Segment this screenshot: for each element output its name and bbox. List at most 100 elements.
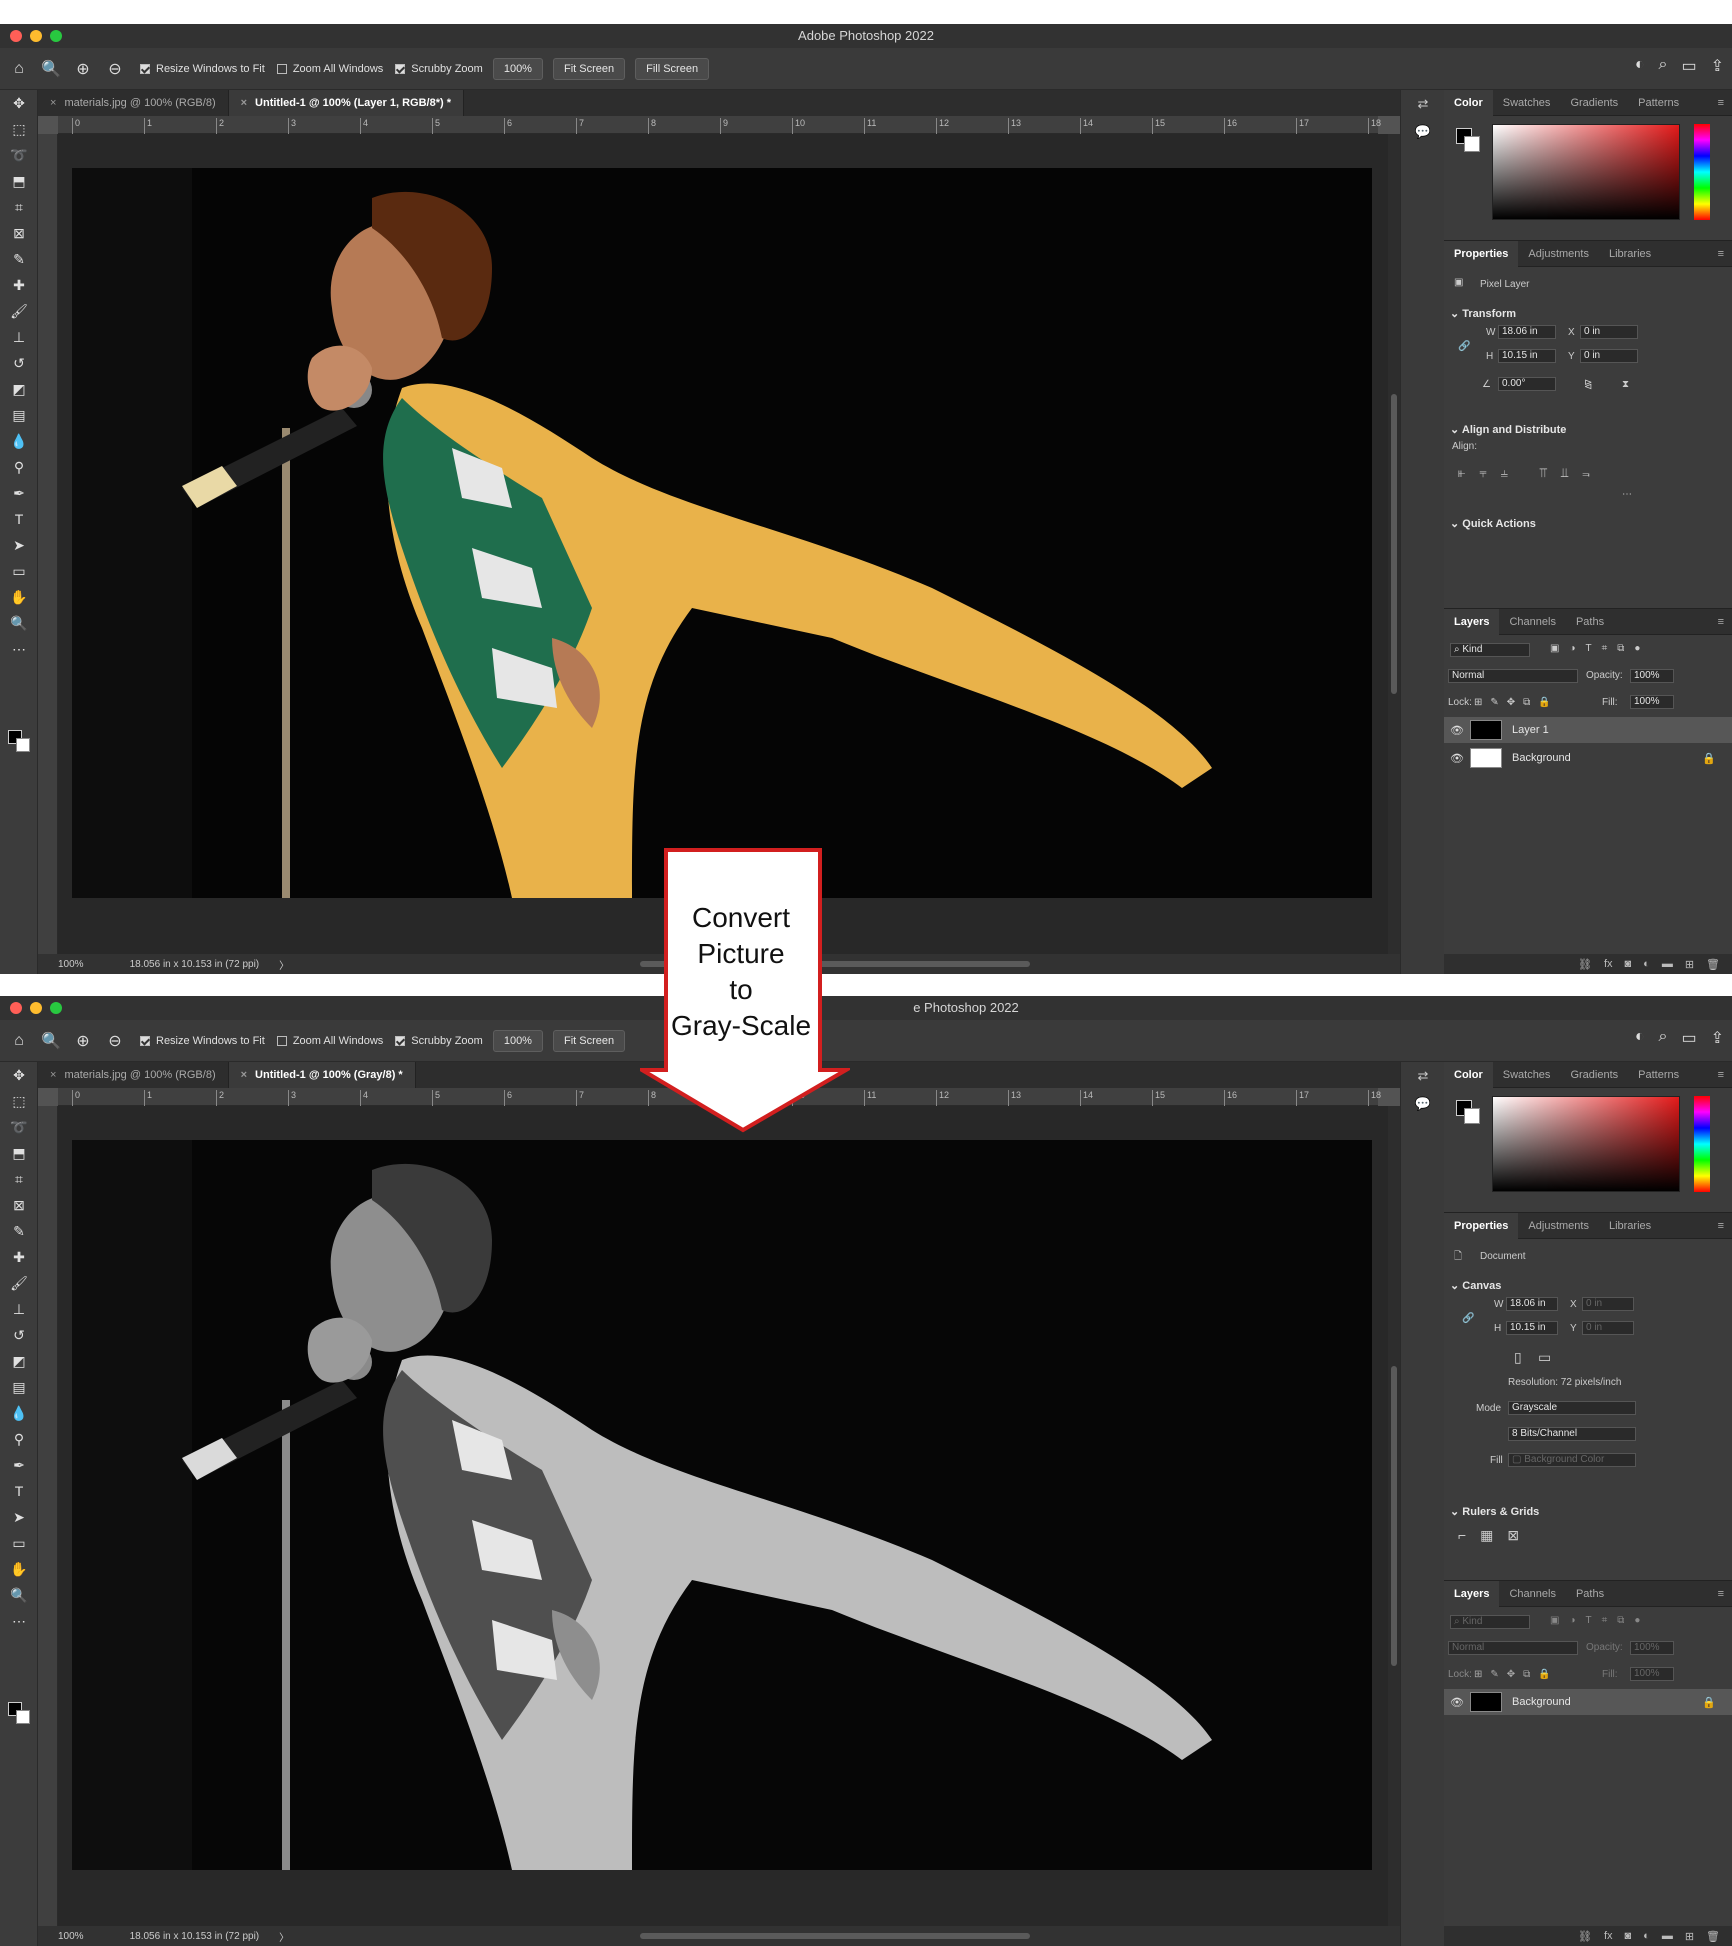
link-icon[interactable]: 🔗 [1462,1313,1474,1324]
comments-icon[interactable]: 💬 [1401,1090,1445,1118]
path-select-tool-icon[interactable]: ➤ [0,532,38,558]
fill-field[interactable]: 100% [1630,695,1674,709]
blend-mode-select[interactable]: Normal [1448,669,1578,683]
close-tab-icon[interactable]: × [50,97,56,109]
tab-paths[interactable]: Paths [1566,609,1614,635]
healing-brush-tool-icon[interactable]: ✚ [0,272,38,298]
canvas-height-field[interactable]: 10.15 in [1506,1321,1558,1335]
scrubby-zoom-checkbox[interactable]: Scrubby Zoom [395,1035,483,1047]
type-tool-icon[interactable]: T [0,506,38,532]
minimize-window-button[interactable] [30,30,42,42]
tab-layers[interactable]: Layers [1444,608,1500,635]
tab-color[interactable]: Color [1444,89,1493,116]
maximize-window-button[interactable] [50,30,62,42]
panel-menu-icon[interactable]: ≡ [1718,248,1724,260]
zoom-in-icon[interactable]: ⊕ [70,56,96,82]
filter-icons[interactable]: ▣◑T⌗⧉● [1550,643,1650,654]
flip-vertical-icon[interactable]: ⧗ [1622,379,1629,390]
path-select-tool-icon[interactable]: ➤ [0,1504,38,1530]
tab-patterns[interactable]: Patterns [1628,90,1689,116]
tab-adjustments[interactable]: Adjustments [1518,241,1599,267]
object-select-tool-icon[interactable]: ⬒ [0,168,38,194]
minimize-window-button[interactable] [30,1002,42,1014]
tab-untitled[interactable]: × Untitled-1 @ 100% (Gray/8) * [228,1062,416,1088]
tab-materials[interactable]: × materials.jpg @ 100% (RGB/8) [38,1062,229,1088]
document-canvas[interactable] [58,134,1388,954]
background-color-swatch[interactable] [16,738,30,752]
history-icon[interactable]: ⇄ [1401,1062,1445,1090]
color-picker-field[interactable] [1492,124,1680,220]
move-tool-icon[interactable]: ✥ [0,90,38,116]
height-field[interactable]: 10.15 in [1498,349,1556,363]
search-icon[interactable]: ⌕ [1659,56,1668,76]
mask-icon[interactable]: ◙ [1625,958,1632,970]
quick-actions-header[interactable]: ⌄ Quick Actions [1450,517,1536,530]
crop-tool-icon[interactable]: ⌗ [0,194,38,220]
home-icon[interactable]: ⌂ [6,1028,32,1054]
tab-paths[interactable]: Paths [1566,1581,1614,1607]
close-tab-icon[interactable]: × [241,97,247,109]
x-field[interactable]: 0 in [1580,325,1638,339]
link-layers-icon[interactable]: ⛓ [1578,1930,1592,1943]
eraser-tool-icon[interactable]: ◩ [0,1348,38,1374]
vertical-scrollbar[interactable] [1388,134,1400,954]
new-layer-icon[interactable]: ⊞ [1685,958,1694,971]
panel-menu-icon[interactable]: ≡ [1718,1069,1724,1081]
more-options-icon[interactable]: ⋯ [1622,489,1632,500]
move-tool-icon[interactable]: ✥ [0,1062,38,1088]
tab-patterns[interactable]: Patterns [1628,1062,1689,1088]
home-icon[interactable]: ⌂ [6,56,32,82]
zoom-value-field[interactable]: 100% [492,57,543,80]
zoom-value-field[interactable]: 100% [492,1029,543,1052]
brush-tool-icon[interactable]: 🖌 [0,1270,38,1296]
color-picker-field[interactable] [1492,1096,1680,1192]
transform-header[interactable]: ⌄ Transform [1450,307,1516,320]
zoom-tool-icon[interactable]: 🔍 [38,56,64,82]
maximize-window-button[interactable] [50,1002,62,1014]
tab-layers[interactable]: Layers [1444,1580,1500,1607]
lasso-tool-icon[interactable]: ➰ [0,1114,38,1140]
share-icon[interactable]: ⇪ [1711,56,1724,76]
rulers-grids-header[interactable]: ⌄ Rulers & Grids [1450,1505,1539,1518]
fx-icon[interactable]: fx [1604,1930,1613,1942]
frame-tool-icon[interactable]: ⊠ [0,1192,38,1218]
stamp-tool-icon[interactable]: ⊥ [0,1296,38,1322]
zoom-out-icon[interactable]: ⊖ [102,56,128,82]
resize-windows-checkbox[interactable]: Resize Windows to Fit [140,1035,265,1047]
trash-icon[interactable]: 🗑 [1706,1930,1720,1943]
scrubby-zoom-checkbox[interactable]: Scrubby Zoom [395,63,483,75]
zoom-tool-sidebar-icon[interactable]: 🔍 [0,1582,38,1608]
zoom-tool-icon[interactable]: 🔍 [38,1028,64,1054]
angle-field[interactable]: 0.00° [1498,377,1556,391]
dodge-tool-icon[interactable]: ⚲ [0,454,38,480]
background-color-swatch[interactable] [16,1710,30,1724]
panel-menu-icon[interactable]: ≡ [1718,97,1724,109]
color-background[interactable] [1464,136,1480,152]
zoom-all-checkbox[interactable]: Zoom All Windows [276,63,383,75]
history-icon[interactable]: ⇄ [1401,90,1445,118]
tab-swatches[interactable]: Swatches [1493,1062,1561,1088]
more-tools-icon[interactable]: ⋯ [0,1608,38,1634]
tab-properties[interactable]: Properties [1444,1212,1519,1239]
learn-icon[interactable]: ◐ [1635,1028,1645,1048]
layer-filter-kind[interactable]: ⌕ Kind [1450,643,1530,657]
workspace-icon[interactable]: ▭ [1681,56,1696,76]
tab-materials[interactable]: × materials.jpg @ 100% (RGB/8) [38,90,229,116]
group-icon[interactable]: ▬ [1662,958,1673,970]
link-layers-icon[interactable]: ⛓ [1578,958,1592,971]
adjustment-icon[interactable]: ◐ [1643,1930,1650,1942]
hand-tool-icon[interactable]: ✋ [0,1556,38,1582]
history-brush-tool-icon[interactable]: ↺ [0,1322,38,1348]
brush-tool-icon[interactable]: 🖌 [0,298,38,324]
more-tools-icon[interactable]: ⋯ [0,636,38,662]
status-arrow-icon[interactable]: 〉 [279,957,289,972]
eye-icon[interactable]: 👁 [1444,1696,1470,1709]
eyedropper-tool-icon[interactable]: ✎ [0,246,38,272]
close-window-button[interactable] [10,1002,22,1014]
gradient-tool-icon[interactable]: ▤ [0,1374,38,1400]
hue-slider[interactable] [1694,124,1710,220]
bit-depth-select[interactable]: 8 Bits/Channel [1508,1427,1636,1441]
opacity-field[interactable]: 100% [1630,669,1674,683]
canvas-width-field[interactable]: 18.06 in [1506,1297,1558,1311]
hand-tool-icon[interactable]: ✋ [0,584,38,610]
